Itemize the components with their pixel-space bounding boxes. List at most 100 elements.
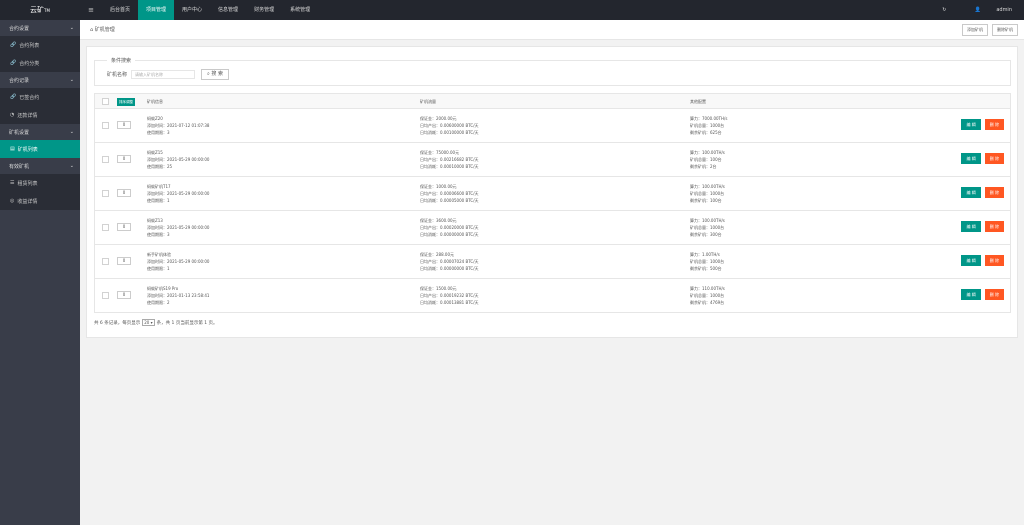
delete-button[interactable]: 删 除: [984, 289, 1004, 300]
total-miners: 矿机总量：1000台: [690, 259, 725, 264]
edit-button[interactable]: 编 辑: [961, 187, 981, 198]
sort-input[interactable]: 0: [117, 223, 131, 231]
search-input[interactable]: 请输入矿机名称: [131, 70, 196, 79]
miner-info: 新手矿机体验 添加时间：2021-05-29 00:00:00 使用期限：1: [147, 251, 209, 272]
sidebar-item-label: 还款详情: [17, 112, 38, 119]
usage-period: 使用期限：25: [147, 164, 173, 169]
daily-cost: 日均消耗：0.00000000 BTC/天: [420, 266, 479, 271]
logo-text: 云矿: [30, 6, 45, 14]
sidebar-item-label: 租赁列表: [17, 180, 38, 187]
row-checkbox[interactable]: [102, 224, 109, 231]
user-menu[interactable]: 👤 admin: [961, 7, 1013, 13]
select-all-checkbox[interactable]: [102, 98, 109, 105]
sidebar-item-miner-list[interactable]: ▤ 矿机列表: [0, 140, 80, 158]
delete-button[interactable]: 删 除: [984, 153, 1004, 164]
nav-projects[interactable]: 项目管理: [138, 0, 175, 20]
sidebar-group-label: 合约记录: [9, 77, 30, 84]
delete-button[interactable]: 删 除: [984, 187, 1004, 198]
daily-cost: 日均消耗：0.00100000 BTC/天: [420, 130, 479, 135]
sort-input[interactable]: 0: [117, 121, 131, 129]
sidebar-item-contract-category[interactable]: 🔗 合约分类: [0, 54, 80, 72]
sidebar-item-rental-list[interactable]: ☰ 租赁列表: [0, 174, 80, 192]
other-config: 算力：110.00TH/s 矿机总量：1000台 剩余矿机：4769台: [690, 285, 725, 306]
table-header: 排序调整 矿机信息 矿机流量 其他配置: [94, 93, 1011, 109]
hash-power: 算力：100.00TH/s: [690, 218, 725, 223]
daily-cost: 日均消耗：0.00005000 BTC/天: [420, 198, 479, 203]
search-button[interactable]: ⌕ 搜 索: [201, 69, 229, 80]
sidebar-item-label: 收益详情: [17, 198, 38, 205]
nav-home[interactable]: 后台首页: [102, 0, 138, 20]
daily-cost: 日均消耗：0.00013881 BTC/天: [420, 300, 479, 305]
nav-finance[interactable]: 财务管理: [246, 0, 282, 20]
sidebar: 合约设置 ⌄ 🔗 合约列表 🔗 合约分类 合约记录 ⌄ 🔗 已签合约 ◔ 还款详情 矿机设置…: [0, 20, 80, 525]
miner-flow: 保证金：288.00元 日均产出：0.00007024 BTC/天 日均消耗：0…: [420, 251, 479, 272]
chevron-down-icon: ⌄: [69, 25, 74, 31]
miner-table: 排序调整 矿机信息 矿机流量 其他配置 0 蚂蚁Z20 添加时间：2021-07…: [94, 93, 1011, 313]
miner-flow: 保证金：1000.00元 日均产出：0.00006600 BTC/天 日均消耗：…: [420, 183, 479, 204]
nav-users[interactable]: 用户中心: [174, 0, 210, 20]
search-fieldset: 条件搜索 矿机名称 请输入矿机名称 ⌕ 搜 索: [94, 57, 1011, 86]
remaining-miners: 剩余矿机：500台: [690, 266, 722, 271]
refresh-icon[interactable]: ↻: [942, 7, 946, 13]
sidebar-item-signed-contracts[interactable]: 🔗 已签合约: [0, 88, 80, 106]
sort-input[interactable]: 0: [117, 155, 131, 163]
sidebar-item-earnings-details[interactable]: ◎ 收益详情: [0, 192, 80, 210]
sidebar-item-label: 矿机列表: [17, 146, 38, 153]
added-time: 添加时间：2021-05-29 00:00:00: [147, 191, 210, 196]
daily-cost: 日均消耗：0.00010000 BTC/天: [420, 164, 479, 169]
total-miners: 矿机总量：1000台: [690, 191, 725, 196]
search-button-label: 搜 索: [211, 71, 223, 77]
other-config: 算力：1.00TH/s 矿机总量：1000台 剩余矿机：500台: [690, 251, 724, 272]
usage-period: 使用期限：2: [147, 300, 170, 305]
sort-input[interactable]: 0: [117, 291, 131, 299]
list-icon: ☰: [10, 180, 15, 186]
sidebar-group-contract-records[interactable]: 合约记录 ⌄: [0, 72, 80, 88]
miner-name: 新手矿机体验: [147, 252, 171, 257]
add-miner-button[interactable]: 添加矿机: [962, 23, 988, 36]
row-actions: 编 辑 删 除: [957, 187, 1004, 198]
delete-button[interactable]: 删 除: [984, 119, 1004, 130]
row-checkbox[interactable]: [102, 258, 109, 265]
sidebar-group-active-miners[interactable]: 有效矿机 ⌄: [0, 158, 80, 174]
sort-adjust-button[interactable]: 排序调整: [117, 98, 135, 106]
edit-button[interactable]: 编 辑: [961, 255, 981, 266]
edit-button[interactable]: 编 辑: [961, 119, 981, 130]
miner-flow: 保证金：1500.00元 日均产出：0.00019232 BTC/天 日均消耗：…: [420, 285, 479, 306]
miner-name: 蚂蚁矿机T17: [147, 184, 171, 189]
deposit: 保证金：3600.00元: [420, 218, 457, 223]
page-size-select[interactable]: 20 ▾: [142, 319, 155, 326]
sidebar-item-label: 合约列表: [19, 42, 40, 49]
total-miners: 矿机总量：1000台: [690, 123, 725, 128]
sidebar-item-repayment-details[interactable]: ◔ 还款详情: [0, 106, 80, 124]
menu-toggle-icon[interactable]: ≡: [80, 6, 102, 14]
link-icon: 🔗: [10, 42, 17, 48]
edit-button[interactable]: 编 辑: [961, 221, 981, 232]
daily-cost: 日均消耗：0.00000000 BTC/天: [420, 232, 479, 237]
sidebar-item-contract-list[interactable]: 🔗 合约列表: [0, 36, 80, 54]
sort-input[interactable]: 0: [117, 189, 131, 197]
breadcrumb: ⌂ 矿机管理 添加矿机 删除矿机: [80, 20, 1024, 40]
table-row: 0 蚂蚁Z13 添加时间：2021-05-29 00:00:00 使用期限：3 …: [94, 211, 1011, 245]
logo[interactable]: 云矿 TM: [0, 0, 80, 20]
delete-button[interactable]: 删 除: [984, 255, 1004, 266]
added-time: 添加时间：2021-05-29 00:00:00: [147, 157, 210, 162]
nav-info[interactable]: 信息管理: [210, 0, 246, 20]
edit-button[interactable]: 编 辑: [961, 153, 981, 164]
row-checkbox[interactable]: [102, 156, 109, 163]
total-miners: 矿机总量：1000台: [690, 293, 725, 298]
delete-miner-button[interactable]: 删除矿机: [992, 23, 1018, 36]
sidebar-group-miner-settings[interactable]: 矿机设置 ⌄: [0, 124, 80, 140]
sidebar-group-contract-settings[interactable]: 合约设置 ⌄: [0, 20, 80, 36]
row-checkbox[interactable]: [102, 190, 109, 197]
edit-button[interactable]: 编 辑: [961, 289, 981, 300]
row-checkbox[interactable]: [102, 292, 109, 299]
nav-system[interactable]: 系统管理: [282, 0, 318, 20]
chevron-down-icon: ⌄: [69, 129, 74, 135]
total-miners: 矿机总量：1000台: [690, 225, 725, 230]
header-miner-info: 矿机信息: [147, 99, 163, 104]
pager-text-end: 条，共 1 页当前显示第 1 页。: [156, 320, 218, 326]
sort-input[interactable]: 0: [117, 257, 131, 265]
delete-button[interactable]: 删 除: [984, 221, 1004, 232]
added-time: 添加时间：2021-07-12 01:07:38: [147, 123, 210, 128]
row-checkbox[interactable]: [102, 122, 109, 129]
